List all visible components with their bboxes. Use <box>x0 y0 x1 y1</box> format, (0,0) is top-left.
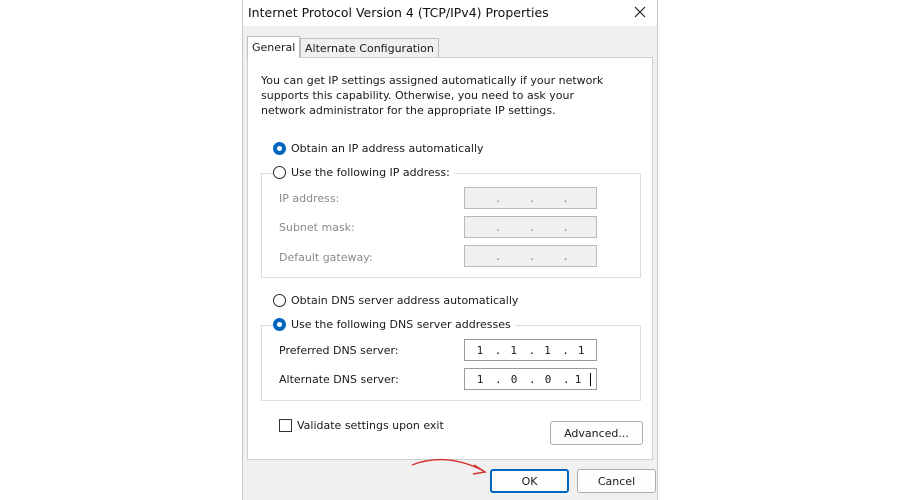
ip-octet: 1 <box>476 372 484 386</box>
validate-settings-label: Validate settings upon exit <box>297 419 444 432</box>
ip-octet: 0 <box>510 372 518 386</box>
annotation-arrow-icon <box>411 458 487 475</box>
ip-octet: 1 <box>574 372 582 386</box>
title-bar: Internet Protocol Version 4 (TCP/IPv4) P… <box>243 0 657 26</box>
preferred-dns-label: Preferred DNS server: <box>279 344 399 357</box>
use-following-dns-option[interactable]: Use the following DNS server addresses <box>273 316 515 332</box>
advanced-button[interactable]: Advanced... <box>550 421 643 445</box>
intro-text: You can get IP settings assigned automat… <box>261 74 604 117</box>
tab-general[interactable]: General <box>247 36 301 58</box>
close-icon <box>634 6 646 18</box>
ip-octet: 1 <box>510 343 517 357</box>
obtain-dns-auto-label: Obtain DNS server address automatically <box>291 293 519 307</box>
cancel-button[interactable]: Cancel <box>577 469 656 493</box>
tab-general-label: General <box>252 41 296 54</box>
obtain-ip-auto-radio[interactable] <box>273 141 286 155</box>
ip-octet: 1 <box>476 343 484 357</box>
use-following-dns-label: Use the following DNS server addresses <box>291 317 511 331</box>
close-button[interactable] <box>629 2 651 22</box>
use-following-ip-option[interactable]: Use the following IP address: <box>273 164 454 180</box>
ip-octet: 0 <box>544 372 552 386</box>
ip-octet: 1 <box>577 343 585 357</box>
subnet-mask-input[interactable]: . . . <box>464 216 597 238</box>
ip-octet: 1 <box>544 343 551 357</box>
text-cursor <box>590 372 591 386</box>
alternate-dns-input[interactable]: 1. 0. 0. 1 <box>464 368 597 390</box>
validate-settings-option[interactable]: Validate settings upon exit <box>279 419 444 432</box>
use-following-ip-label: Use the following IP address: <box>291 165 450 179</box>
preferred-dns-input[interactable]: 1. 1. 1. 1 <box>464 339 597 361</box>
general-tab-panel: You can get IP settings assigned automat… <box>247 57 653 460</box>
use-following-ip-radio[interactable] <box>273 165 286 179</box>
tab-alternate-configuration[interactable]: Alternate Configuration <box>300 38 439 58</box>
validate-settings-checkbox[interactable] <box>279 419 292 432</box>
ok-button[interactable]: OK <box>490 469 569 493</box>
obtain-dns-auto-radio[interactable] <box>273 293 286 307</box>
obtain-ip-auto-option[interactable]: Obtain an IP address automatically <box>273 140 488 156</box>
subnet-mask-label: Subnet mask: <box>279 221 355 234</box>
ip-address-label: IP address: <box>279 192 340 205</box>
default-gateway-input[interactable]: . . . <box>464 245 597 267</box>
window-title: Internet Protocol Version 4 (TCP/IPv4) P… <box>248 5 549 20</box>
default-gateway-label: Default gateway: <box>279 251 373 264</box>
ip-address-input[interactable]: . . . <box>464 187 597 209</box>
alternate-dns-label: Alternate DNS server: <box>279 373 399 386</box>
tab-alternate-configuration-label: Alternate Configuration <box>305 42 434 55</box>
use-following-dns-radio[interactable] <box>273 317 286 331</box>
obtain-dns-auto-option[interactable]: Obtain DNS server address automatically <box>273 292 523 308</box>
obtain-ip-auto-label: Obtain an IP address automatically <box>291 141 484 155</box>
tcpip-properties-dialog: Internet Protocol Version 4 (TCP/IPv4) P… <box>242 0 658 500</box>
